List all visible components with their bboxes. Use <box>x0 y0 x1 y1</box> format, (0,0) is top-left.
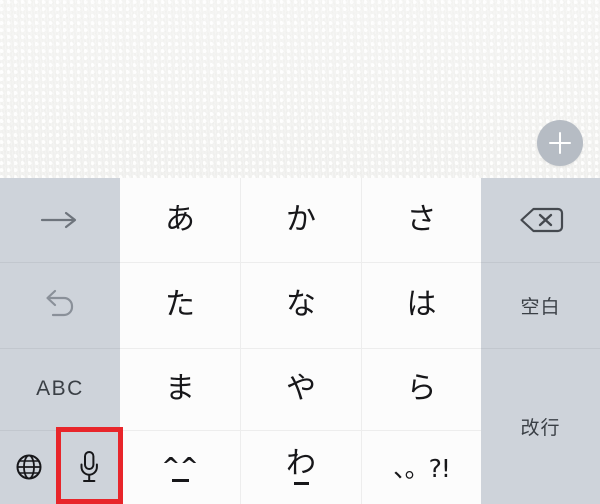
kana-ka-key[interactable]: か <box>241 178 361 262</box>
function-key-divider <box>0 348 120 349</box>
kana-ha-key[interactable]: は <box>362 262 481 348</box>
space-key[interactable]: 空白 <box>481 262 600 348</box>
kana-ta-key[interactable]: た <box>120 262 240 348</box>
abc-mode-key[interactable]: ABC <box>0 348 120 430</box>
return-key[interactable]: 改行 <box>481 348 600 504</box>
emoticon-underbar <box>171 478 189 482</box>
kana-ka-label: か <box>286 202 316 237</box>
japanese-kana-keyboard[interactable]: あ か さ た な は 空白 ABC ま や ら 改行 ^^ わ 、。?! <box>0 178 600 504</box>
kana-ta-label: た <box>165 287 195 322</box>
kana-sa-label: さ <box>406 202 437 237</box>
emoticon-glyph: ^^ <box>161 453 199 482</box>
kana-ya-label: や <box>286 371 316 406</box>
kana-ma-label: ま <box>165 371 195 406</box>
space-key-label: 空白 <box>520 295 561 318</box>
function-key-divider <box>481 348 600 349</box>
emoticon-key[interactable]: ^^ <box>120 430 240 504</box>
kana-a-key[interactable]: あ <box>120 178 240 262</box>
delete-key[interactable] <box>481 178 600 262</box>
cursor-right-key[interactable] <box>0 178 120 262</box>
plus-icon-vertical <box>558 132 562 154</box>
kana-wa-underbar <box>293 482 309 485</box>
kana-ha-label: は <box>406 287 437 322</box>
undo-arrow-icon <box>46 289 74 317</box>
microphone-key[interactable] <box>57 430 120 504</box>
key-divider <box>120 262 481 263</box>
key-divider <box>361 178 362 504</box>
return-key-label: 改行 <box>520 416 561 439</box>
paper-texture <box>0 0 600 178</box>
function-key-divider <box>481 262 600 263</box>
function-key-divider <box>0 262 120 263</box>
arrow-right-icon <box>40 211 77 229</box>
function-key-divider <box>0 430 120 431</box>
punctuation-label: 、。?! <box>393 454 451 483</box>
kana-na-key[interactable]: な <box>241 262 361 348</box>
kana-a-label: あ <box>165 202 195 237</box>
phone-screen: あ か さ た な は 空白 ABC ま や ら 改行 ^^ わ 、。?! <box>0 0 600 504</box>
abc-mode-label: ABC <box>36 377 84 400</box>
globe-icon <box>16 454 41 480</box>
kana-ra-key[interactable]: ら <box>362 348 481 430</box>
key-divider <box>240 178 241 504</box>
microphone-icon <box>80 451 98 482</box>
undo-key[interactable] <box>0 262 120 348</box>
kana-ra-label: ら <box>406 371 437 406</box>
kana-ma-key[interactable]: ま <box>120 348 240 430</box>
emoticon-carets: ^^ <box>161 453 199 479</box>
backspace-icon <box>519 207 563 233</box>
key-divider <box>120 348 481 349</box>
kana-na-label: な <box>286 287 316 322</box>
globe-key[interactable] <box>0 430 57 504</box>
kana-wa-glyph: わ <box>286 449 316 485</box>
kana-wa-label: わ <box>286 446 316 482</box>
kana-wa-key[interactable]: わ <box>241 430 361 504</box>
kana-ya-key[interactable]: や <box>241 348 361 430</box>
key-divider <box>120 430 481 431</box>
kana-sa-key[interactable]: さ <box>362 178 481 262</box>
note-content-area[interactable] <box>0 0 600 178</box>
add-button[interactable] <box>537 120 583 166</box>
punctuation-key[interactable]: 、。?! <box>362 430 481 504</box>
